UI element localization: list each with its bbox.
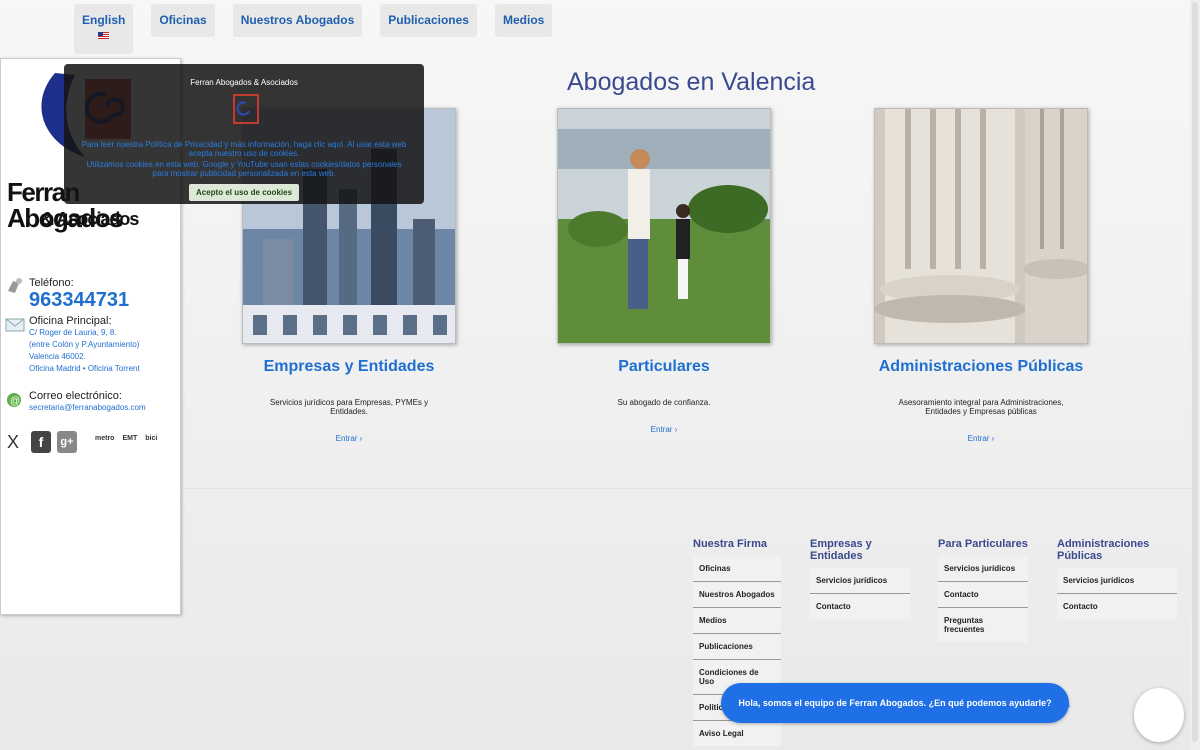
cookie-logo-icon (233, 94, 259, 124)
footer-col-particulares: Para Particulares Servicios jurídicos Co… (938, 538, 1028, 642)
phone-block: Teléfono: 963344731 (5, 277, 181, 311)
google-plus-icon[interactable]: g+ (57, 431, 77, 453)
card-title[interactable]: Particulares (529, 358, 799, 376)
chat-launcher-button[interactable] (1134, 688, 1184, 742)
cookie-notice: Ferran Abogados & Asociados Para leer nu… (64, 64, 424, 204)
footer-heading: Para Particulares (938, 538, 1028, 550)
social-links: X f g+ (7, 431, 77, 453)
emt-logo[interactable]: EMT (122, 435, 137, 442)
footer-divider (182, 488, 1190, 489)
footer-heading: Empresas y Entidades (810, 538, 872, 562)
accept-cookies-button[interactable]: Acepto el uso de cookies (188, 184, 300, 201)
phone-number[interactable]: 963344731 (29, 289, 181, 311)
footer-link[interactable]: Servicios jurídicos (810, 568, 910, 594)
nav-english-label: English (82, 13, 126, 27)
scrollbar-thumb[interactable] (1192, 2, 1198, 742)
uk-flag-icon (98, 32, 110, 39)
office-label: Oficina Principal: (29, 315, 112, 327)
card-enter-link[interactable]: Entrar › (651, 425, 678, 434)
footer-link[interactable]: Contacto (1057, 594, 1177, 619)
card-particulares: Particulares Su abogado de confianza. En… (529, 108, 799, 437)
logo-subtitle: & Asociados (41, 209, 139, 229)
facebook-icon[interactable]: f (31, 431, 51, 453)
card-image-columns[interactable] (874, 108, 1088, 344)
footer-link[interactable]: Oficinas (693, 556, 781, 582)
footer-col-administraciones: Administraciones Públicas Servicios jurí… (1057, 538, 1177, 619)
page-title: Abogados en Valencia (567, 68, 816, 96)
nav-medios[interactable]: Medios (494, 4, 553, 37)
card-enter-link[interactable]: Entrar › (968, 434, 995, 443)
office-links[interactable]: Oficina Madrid • Oficina Torrent (29, 363, 181, 375)
card-description: Asesoramiento integral para Administraci… (898, 398, 1064, 416)
card-title[interactable]: Administraciones Públicas (846, 358, 1116, 376)
envelope-icon (5, 318, 25, 332)
footer-link[interactable]: Nuestros Abogados (693, 582, 781, 608)
svg-text:@: @ (10, 396, 20, 407)
metro-logo[interactable]: metro (95, 435, 114, 442)
bici-logo[interactable]: bici (145, 435, 157, 442)
cookie-text-usage: Utilizamos cookies en esta web. Google y… (86, 160, 402, 178)
footer-link[interactable]: Servicios jurídicos (1057, 568, 1177, 594)
email-icon: @ (7, 393, 21, 407)
address-line: (entre Colón y P.Ayuntamiento) (29, 340, 140, 349)
footer-col-empresas: Empresas y Entidades Servicios jurídicos… (810, 538, 910, 619)
footer-link[interactable]: Servicios jurídicos (938, 556, 1028, 582)
cookie-text-privacy[interactable]: Para leer nuestra Política de Privacidad… (78, 140, 410, 158)
footer-heading: Administraciones Públicas (1057, 538, 1150, 562)
chat-greeting-bubble[interactable]: Hola, somos el equipo de Ferran Abogados… (721, 683, 1070, 723)
nav-publicaciones[interactable]: Publicaciones (380, 4, 477, 37)
email-label: Correo electrónico: (29, 390, 122, 402)
top-nav: English Oficinas Nuestros Abogados Publi… (74, 4, 553, 54)
footer-link[interactable]: Preguntas frecuentes (938, 608, 1028, 642)
card-image-family[interactable] (557, 108, 771, 344)
nav-english[interactable]: English (74, 4, 134, 54)
address-line: C/ Roger de Lauria, 9, 8. (29, 328, 117, 337)
email-address[interactable]: secretaria@ferranabogados.com (29, 402, 181, 414)
email-block: @ Correo electrónico: secretaria@ferrana… (5, 390, 181, 414)
scrollbar[interactable] (1190, 0, 1200, 750)
footer-link[interactable]: Contacto (810, 594, 910, 619)
phone-label: Teléfono: (29, 277, 74, 289)
x-icon[interactable]: X (7, 432, 25, 453)
footer-heading: Nuestra Firma (693, 538, 767, 550)
footer-link[interactable]: Publicaciones (693, 634, 781, 660)
office-block: Oficina Principal: C/ Roger de Lauria, 9… (5, 315, 181, 375)
footer-link[interactable]: Aviso Legal (693, 721, 781, 746)
partner-logos: metro EMT bici (95, 435, 157, 442)
card-administraciones: Administraciones Públicas Asesoramiento … (846, 108, 1116, 446)
nav-oficinas[interactable]: Oficinas (151, 4, 215, 37)
card-description: Su abogado de confianza. (617, 398, 711, 407)
phone-icon (8, 278, 22, 293)
card-description: Servicios jurídicos para Empresas, PYMEs… (269, 398, 429, 416)
address-line: Valencia 46002. (29, 352, 86, 361)
footer-link[interactable]: Contacto (938, 582, 1028, 608)
footer-link[interactable]: Medios (693, 608, 781, 634)
nav-nuestros-abogados[interactable]: Nuestros Abogados (232, 4, 363, 37)
card-title[interactable]: Empresas y Entidades (214, 358, 484, 376)
cookie-title: Ferran Abogados & Asociados (190, 78, 298, 87)
card-enter-link[interactable]: Entrar › (336, 434, 363, 443)
